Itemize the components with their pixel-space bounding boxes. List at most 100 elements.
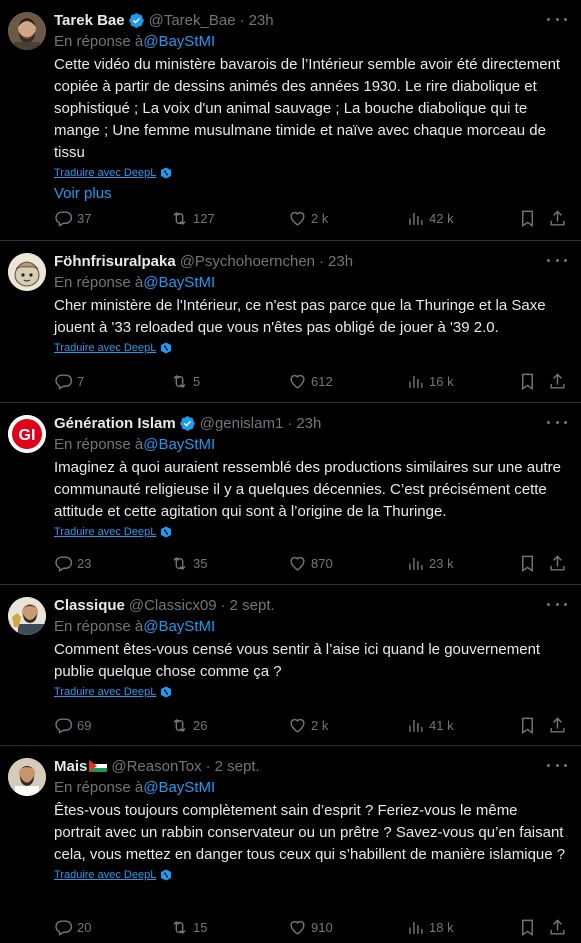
bookmark-button[interactable] xyxy=(518,209,537,228)
reply-button[interactable]: 69 xyxy=(54,716,91,735)
share-button[interactable] xyxy=(548,918,567,937)
more-icon[interactable] xyxy=(547,415,567,429)
avatar[interactable] xyxy=(8,597,46,635)
translate-link[interactable]: Traduire avec DeepL xyxy=(54,686,567,698)
more-icon[interactable] xyxy=(547,758,567,772)
reply-mention[interactable]: @BayStMI xyxy=(143,436,215,453)
translate-label[interactable]: Traduire avec DeepL xyxy=(54,526,156,538)
share-icon xyxy=(550,209,565,226)
author-name[interactable]: Génération Islam xyxy=(54,415,176,432)
bookmark-button[interactable] xyxy=(518,716,537,735)
avatar[interactable] xyxy=(8,758,46,796)
more-icon[interactable] xyxy=(547,253,567,267)
more-icon[interactable] xyxy=(547,12,567,26)
avatar[interactable] xyxy=(8,253,46,291)
reply-prefix: En réponse à xyxy=(54,779,144,796)
author-name[interactable]: Mais xyxy=(54,758,87,775)
timestamp[interactable]: 23h xyxy=(249,12,274,29)
like-button[interactable]: 612 xyxy=(288,372,333,391)
author-handle[interactable]: @genislam1 xyxy=(200,415,284,432)
author-handle[interactable]: @Tarek_Bae xyxy=(149,12,236,29)
tweet-text: Comment êtes-vous censé vous sentir à l’… xyxy=(54,641,541,680)
reply-icon xyxy=(55,717,73,734)
author-name[interactable]: Tarek Bae xyxy=(54,12,125,29)
translate-label[interactable]: Traduire avec DeepL xyxy=(54,342,156,354)
author-name[interactable]: Classique xyxy=(54,597,125,614)
reply-mention[interactable]: @BayStMI xyxy=(143,33,215,50)
reply-mention[interactable]: @BayStMI xyxy=(143,618,215,635)
tweet-text: Cette vidéo du ministère bavarois de l’I… xyxy=(54,56,561,161)
views-button[interactable]: 23 k xyxy=(406,554,454,573)
views-button[interactable]: 41 k xyxy=(406,716,454,735)
translate-link[interactable]: Traduire avec DeepL xyxy=(54,342,567,354)
bookmark-icon xyxy=(522,717,533,734)
deepl-icon xyxy=(161,167,172,179)
timestamp[interactable]: 23h xyxy=(328,253,353,270)
timestamp[interactable]: 2 sept. xyxy=(230,597,275,614)
bookmark-button[interactable] xyxy=(518,554,537,573)
author-handle[interactable]: @Psychohoernchen xyxy=(180,253,315,270)
timestamp[interactable]: 23h xyxy=(296,415,321,432)
like-button[interactable]: 2 k xyxy=(288,209,328,228)
translate-label[interactable]: Traduire avec DeepL xyxy=(54,869,156,881)
deepl-icon xyxy=(161,526,172,538)
tweet[interactable]: GI Génération Islam @genislam1 · 23h En … xyxy=(0,403,581,585)
views-button[interactable]: 18 k xyxy=(406,918,454,937)
retweet-button[interactable]: 35 xyxy=(170,554,207,573)
views-button[interactable]: 16 k xyxy=(406,372,454,391)
view-count: 41 k xyxy=(429,717,454,733)
like-button[interactable]: 910 xyxy=(288,918,333,937)
translate-label[interactable]: Traduire avec DeepL xyxy=(54,686,156,698)
author-handle[interactable]: @ReasonTox xyxy=(111,758,201,775)
translate-link[interactable]: Traduire avec DeepL xyxy=(54,526,567,538)
reply-count: 23 xyxy=(77,555,92,571)
reply-mention[interactable]: @BayStMI xyxy=(143,779,215,796)
retweet-button[interactable]: 26 xyxy=(170,716,207,735)
translate-link[interactable]: Traduire avec DeepL xyxy=(54,167,567,179)
more-icon[interactable] xyxy=(547,597,567,611)
like-button[interactable]: 2 k xyxy=(288,716,328,735)
svg-text:GI: GI xyxy=(19,427,36,444)
like-button[interactable]: 870 xyxy=(288,554,333,573)
retweet-button[interactable]: 127 xyxy=(170,209,215,228)
views-button[interactable]: 42 k xyxy=(406,209,454,228)
tweet[interactable]: Mais @ReasonTox · 2 sept. En réponse à@B… xyxy=(0,746,581,943)
separator-dot: · xyxy=(239,11,245,29)
see-more-link[interactable]: Voir plus xyxy=(54,185,567,202)
share-button[interactable] xyxy=(548,372,567,391)
avatar[interactable]: GI xyxy=(8,415,46,453)
separator-dot: · xyxy=(205,757,211,775)
reply-context: En réponse à@BayStMI xyxy=(54,33,567,51)
retweet-button[interactable]: 15 xyxy=(170,918,207,937)
tweet[interactable]: Classique @Classicx09 · 2 sept. En répon… xyxy=(0,585,581,746)
timestamp[interactable]: 2 sept. xyxy=(215,758,260,775)
avatar[interactable] xyxy=(8,12,46,50)
view-count: 18 k xyxy=(429,919,454,935)
translate-link[interactable]: Traduire avec DeepL xyxy=(54,869,567,881)
retweet-count: 35 xyxy=(193,555,208,571)
author-handle[interactable]: @Classicx09 xyxy=(129,597,217,614)
author-name[interactable]: Föhnfrisuralpaka xyxy=(54,253,176,270)
action-bar: 69 26 2 k 41 k xyxy=(54,715,567,735)
share-button[interactable] xyxy=(548,716,567,735)
reply-button[interactable]: 7 xyxy=(54,372,84,391)
reply-button[interactable]: 23 xyxy=(54,554,91,573)
share-button[interactable] xyxy=(548,554,567,573)
views-icon xyxy=(409,921,423,934)
bookmark-icon xyxy=(522,555,533,572)
tweet[interactable]: Tarek Bae @Tarek_Bae · 23h En réponse à@… xyxy=(0,0,581,241)
reply-mention[interactable]: @BayStMI xyxy=(143,274,215,291)
reply-button[interactable]: 37 xyxy=(54,209,91,228)
share-button[interactable] xyxy=(548,209,567,228)
reply-button[interactable]: 20 xyxy=(54,918,91,937)
reply-prefix: En réponse à xyxy=(54,274,144,291)
bookmark-button[interactable] xyxy=(518,918,537,937)
translate-label[interactable]: Traduire avec DeepL xyxy=(54,167,156,179)
retweet-button[interactable]: 5 xyxy=(170,372,200,391)
reply-count: 37 xyxy=(77,210,92,226)
tweet[interactable]: Föhnfrisuralpaka @Psychohoernchen · 23h … xyxy=(0,241,581,403)
retweet-icon xyxy=(173,920,186,934)
bookmark-icon xyxy=(522,919,533,936)
deepl-icon xyxy=(161,686,172,698)
bookmark-button[interactable] xyxy=(518,372,537,391)
